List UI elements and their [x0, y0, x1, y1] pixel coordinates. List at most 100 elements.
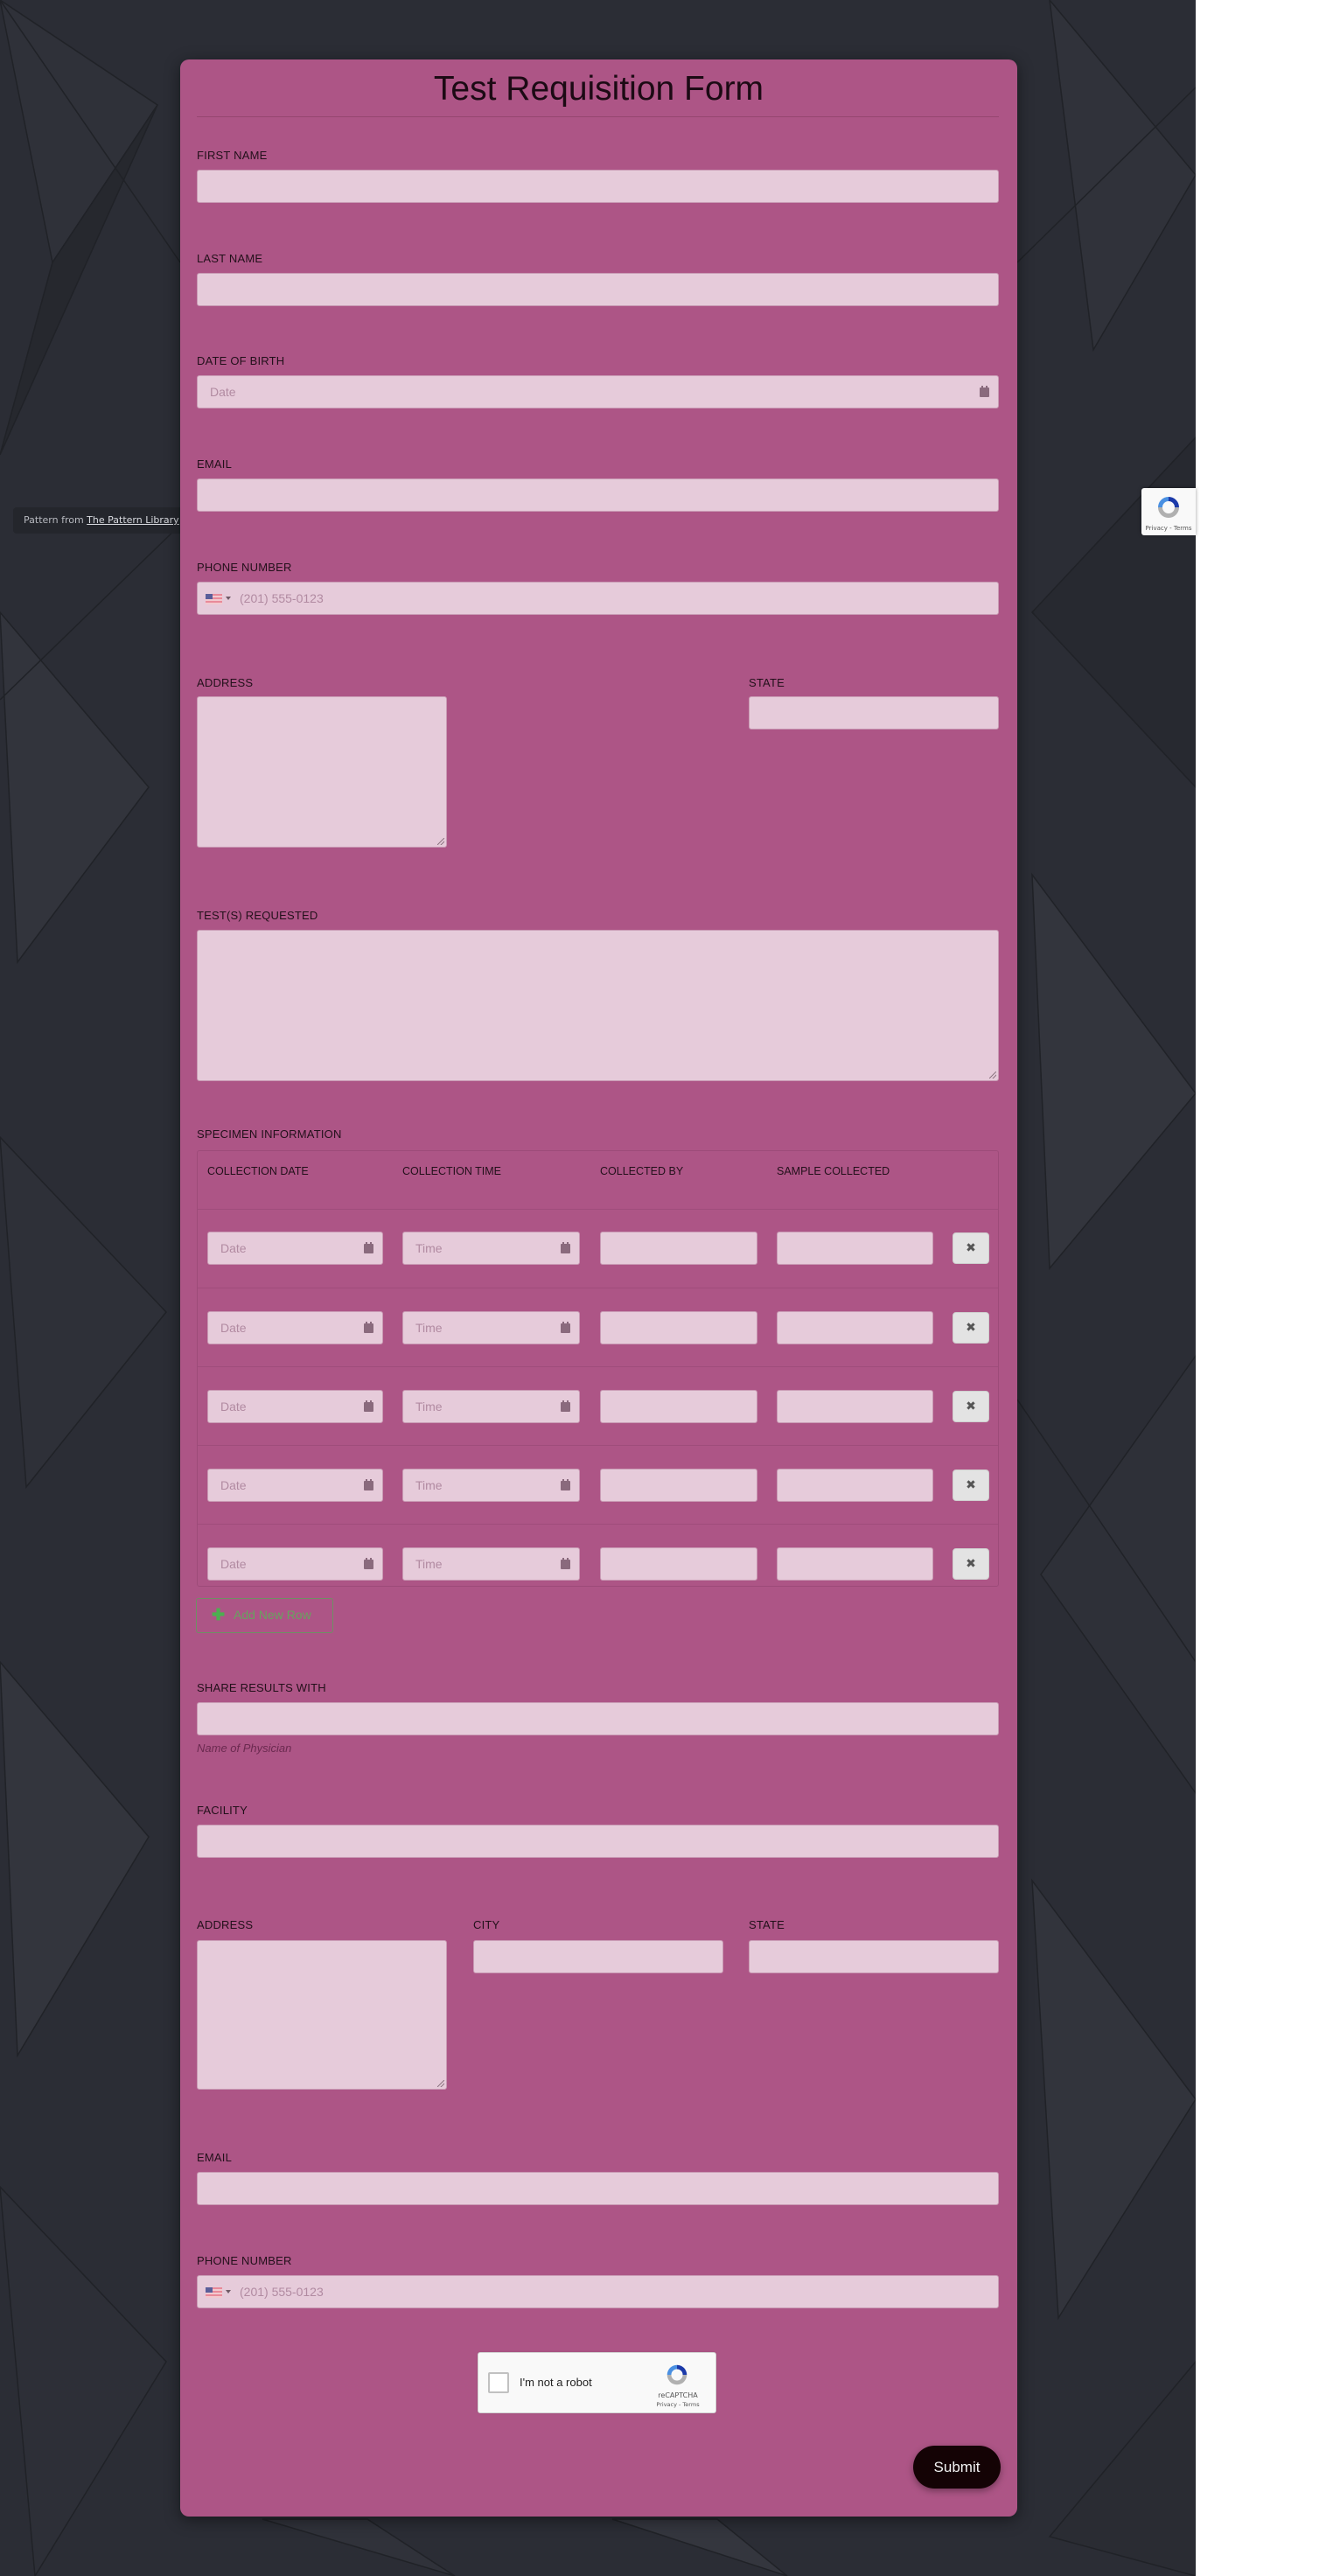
recaptcha-badge-links[interactable]: Privacy - Terms [1141, 525, 1196, 532]
collection-date-input[interactable]: Date [207, 1390, 383, 1423]
sample-collected-input[interactable] [777, 1311, 933, 1344]
facility-address-label: ADDRESS [197, 1918, 254, 1931]
remove-row-button[interactable]: ✖ [953, 1312, 989, 1344]
collection-time-input[interactable]: Time [402, 1547, 580, 1581]
facility-email-input[interactable] [197, 2172, 999, 2205]
share-results-input[interactable] [197, 1702, 999, 1735]
calendar-icon[interactable] [364, 1558, 373, 1569]
phone-input[interactable]: (201) 555-0123 [197, 582, 999, 615]
close-icon: ✖ [966, 1478, 976, 1492]
remove-row-button[interactable]: ✖ [953, 1470, 989, 1501]
collection-date-input[interactable]: Date [207, 1311, 383, 1344]
column-header: COLLECTION DATE [207, 1165, 309, 1177]
sample-collected-input[interactable] [777, 1232, 933, 1265]
collected-by-input[interactable] [600, 1311, 757, 1344]
date-placeholder: Date [220, 1478, 247, 1492]
last-name-input[interactable] [197, 273, 999, 306]
first-name-label: FIRST NAME [197, 149, 268, 162]
resize-handle-icon[interactable] [437, 2080, 444, 2087]
facility-city-label: CITY [473, 1918, 500, 1931]
dob-input[interactable]: Date [197, 375, 999, 408]
facility-state-input[interactable] [749, 1940, 999, 1973]
remove-row-button[interactable]: ✖ [953, 1391, 989, 1422]
address-textarea[interactable] [197, 696, 447, 848]
sample-collected-input[interactable] [777, 1390, 933, 1423]
calendar-icon[interactable] [561, 1400, 570, 1412]
facility-phone-input[interactable]: (201) 555-0123 [197, 2275, 999, 2308]
calendar-icon[interactable] [364, 1400, 373, 1412]
calendar-icon[interactable] [364, 1322, 373, 1333]
collected-by-input[interactable] [600, 1390, 757, 1423]
collection-time-input[interactable]: Time [402, 1390, 580, 1423]
captcha-checkbox[interactable] [488, 2372, 509, 2393]
facility-phone-placeholder: (201) 555-0123 [240, 2285, 324, 2299]
phone-label: PHONE NUMBER [197, 561, 292, 574]
resize-handle-icon[interactable] [437, 838, 444, 845]
collection-date-input[interactable]: Date [207, 1469, 383, 1502]
state-input[interactable] [749, 696, 999, 730]
column-header: COLLECTED BY [600, 1165, 684, 1177]
specimen-label: SPECIMEN INFORMATION [197, 1127, 342, 1141]
pattern-credit-prefix: Pattern from [24, 514, 87, 526]
country-dropdown-caret-icon[interactable] [226, 2290, 231, 2293]
close-icon: ✖ [966, 1557, 976, 1571]
row-divider [198, 1209, 998, 1210]
close-icon: ✖ [966, 1241, 976, 1255]
dob-placeholder: Date [210, 385, 236, 399]
calendar-icon[interactable] [980, 386, 989, 397]
facility-label: FACILITY [197, 1804, 248, 1817]
tests-requested-textarea[interactable] [197, 930, 999, 1081]
calendar-icon[interactable] [364, 1479, 373, 1490]
email-input[interactable] [197, 478, 999, 512]
row-divider [198, 1445, 998, 1446]
address-label: ADDRESS [197, 676, 254, 689]
title-divider [197, 116, 999, 117]
close-icon: ✖ [966, 1321, 976, 1335]
recaptcha-widget: I'm not a robot reCAPTCHA Privacy - Term… [478, 2352, 716, 2413]
submit-button[interactable]: Submit [913, 2446, 1001, 2489]
first-name-input[interactable] [197, 170, 999, 203]
date-placeholder: Date [220, 1400, 247, 1414]
calendar-icon[interactable] [561, 1242, 570, 1253]
resize-handle-icon[interactable] [989, 1072, 996, 1079]
country-dropdown-caret-icon[interactable] [226, 597, 231, 600]
time-placeholder: Time [415, 1557, 443, 1571]
collected-by-input[interactable] [600, 1469, 757, 1502]
form-title: Test Requisition Form [433, 70, 764, 108]
sample-collected-input[interactable] [777, 1469, 933, 1502]
calendar-icon[interactable] [561, 1479, 570, 1490]
facility-phone-label: PHONE NUMBER [197, 2254, 292, 2267]
collection-time-input[interactable]: Time [402, 1469, 580, 1502]
calendar-icon[interactable] [561, 1322, 570, 1333]
collected-by-input[interactable] [600, 1232, 757, 1265]
captcha-label: I'm not a robot [520, 2376, 592, 2389]
facility-address-textarea[interactable] [197, 1940, 447, 2090]
calendar-icon[interactable] [364, 1242, 373, 1253]
recaptcha-badge[interactable]: Privacy - Terms [1141, 488, 1196, 535]
collection-date-input[interactable]: Date [207, 1547, 383, 1581]
facility-input[interactable] [197, 1825, 999, 1858]
remove-row-button[interactable]: ✖ [953, 1548, 989, 1580]
sample-collected-input[interactable] [777, 1547, 933, 1581]
phone-placeholder: (201) 555-0123 [240, 591, 324, 605]
collection-date-input[interactable]: Date [207, 1232, 383, 1265]
captcha-links[interactable]: Privacy - Terms [645, 2401, 711, 2408]
share-results-label: SHARE RESULTS WITH [197, 1681, 326, 1694]
remove-row-button[interactable]: ✖ [953, 1232, 989, 1264]
date-placeholder: Date [220, 1557, 247, 1571]
last-name-label: LAST NAME [197, 252, 263, 265]
column-header: SAMPLE COLLECTED [777, 1165, 890, 1177]
us-flag-icon[interactable] [206, 2287, 222, 2298]
collection-time-input[interactable]: Time [402, 1311, 580, 1344]
pattern-library-link[interactable]: The Pattern Library [87, 514, 179, 526]
collection-time-input[interactable]: Time [402, 1232, 580, 1265]
us-flag-icon[interactable] [206, 594, 222, 604]
time-placeholder: Time [415, 1321, 443, 1335]
collected-by-input[interactable] [600, 1547, 757, 1581]
add-new-row-button[interactable]: ✚ Add New Row [196, 1598, 333, 1633]
facility-city-input[interactable] [473, 1940, 723, 1973]
facility-email-label: EMAIL [197, 2151, 233, 2164]
calendar-icon[interactable] [561, 1558, 570, 1569]
plus-icon: ✚ [212, 1606, 226, 1623]
tests-requested-label: TEST(S) REQUESTED [197, 909, 318, 922]
